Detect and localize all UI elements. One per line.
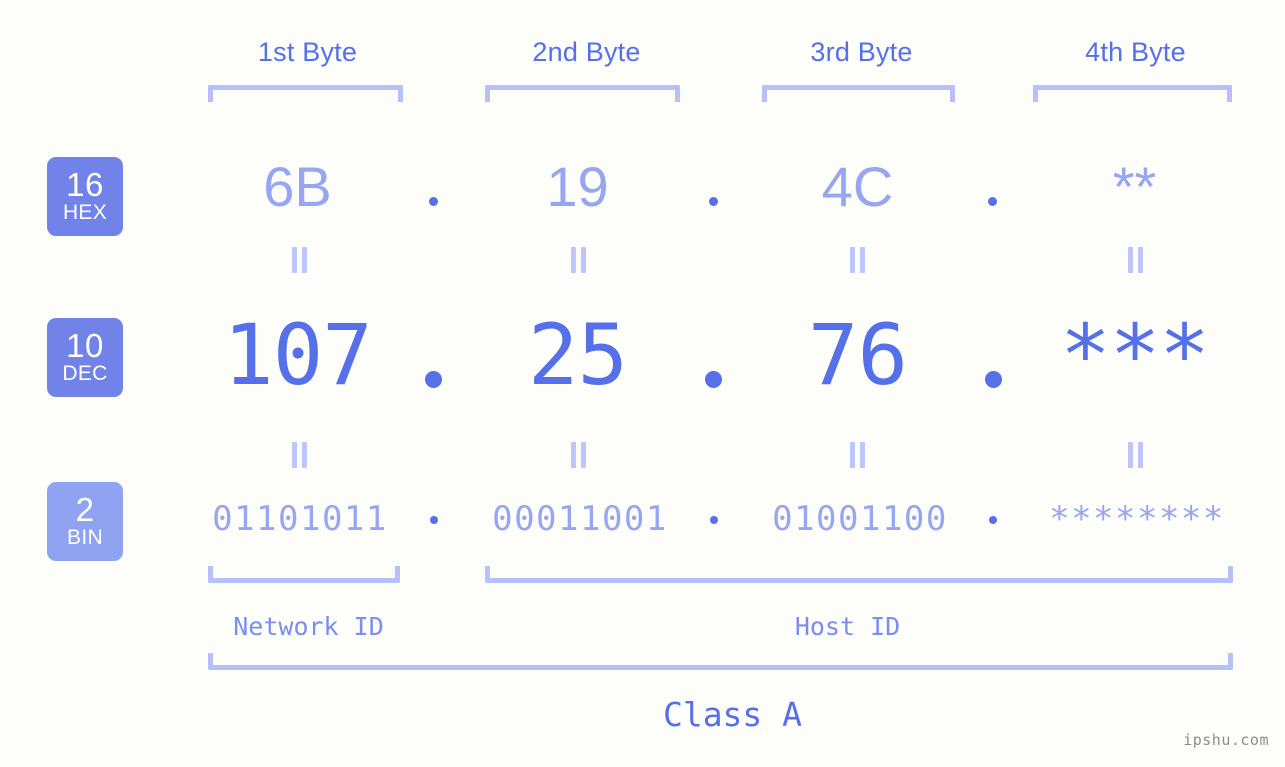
equals-mark-hex-dec-3 (850, 247, 866, 273)
byte-bracket-4 (1033, 85, 1232, 102)
byte-header-1: 1st Byte (257, 37, 358, 67)
bin-separator-1 (430, 516, 438, 524)
hex-separator-1 (429, 197, 438, 206)
network-id-label: Network ID (233, 612, 384, 641)
class-label: Class A (662, 695, 803, 734)
dec-separator-3 (985, 371, 1002, 388)
network-id-bracket (208, 566, 400, 583)
dec-separator-2 (705, 371, 722, 388)
byte-bracket-2 (485, 85, 680, 102)
hex-byte-1: 6B (263, 155, 332, 218)
equals-mark-hex-dec-4 (1128, 247, 1144, 273)
bin-byte-3: 01001100 (772, 499, 948, 539)
equals-mark-dec-bin-1 (292, 442, 308, 468)
base-badge-bin-label: BIN (67, 526, 103, 549)
base-badge-hex: 16 HEX (47, 157, 123, 236)
hex-separator-3 (988, 197, 997, 206)
byte-bracket-3 (762, 85, 955, 102)
base-badge-bin-number: 2 (75, 491, 95, 528)
equals-mark-dec-bin-4 (1128, 442, 1144, 468)
hex-separator-2 (709, 197, 718, 206)
site-watermark: ipshu.com (1183, 731, 1269, 749)
base-badge-dec: 10 DEC (47, 318, 123, 397)
hex-byte-2: 19 (546, 155, 609, 218)
dec-byte-2: 25 (527, 306, 628, 404)
bin-byte-4: ******** (1049, 499, 1225, 539)
base-badge-hex-number: 16 (66, 166, 104, 203)
hex-byte-3: 4C (821, 155, 894, 218)
dec-byte-4: *** (1060, 306, 1210, 404)
bin-separator-2 (710, 516, 718, 524)
equals-mark-dec-bin-3 (850, 442, 866, 468)
bin-byte-1: 01101011 (212, 499, 388, 539)
base-badge-dec-number: 10 (66, 327, 104, 364)
dec-byte-3: 76 (807, 306, 908, 404)
bin-separator-3 (989, 516, 997, 524)
bin-byte-2: 00011001 (492, 499, 668, 539)
hex-byte-4: ** (1112, 155, 1157, 218)
ip-address-breakdown-diagram: 1st Byte 2nd Byte 3rd Byte 4th Byte 16 H… (0, 0, 1285, 767)
byte-header-4: 4th Byte (1085, 37, 1186, 67)
base-badge-dec-label: DEC (62, 362, 108, 385)
host-id-bracket (485, 566, 1233, 583)
base-badge-hex-label: HEX (62, 201, 108, 224)
dec-separator-1 (425, 371, 442, 388)
dec-byte-1: 107 (223, 306, 373, 404)
equals-mark-hex-dec-2 (571, 247, 587, 273)
byte-header-2: 2nd Byte (532, 37, 641, 67)
byte-header-3: 3rd Byte (810, 37, 913, 67)
equals-mark-dec-bin-2 (571, 442, 587, 468)
class-bracket (208, 653, 1233, 670)
host-id-label: Host ID (794, 612, 901, 641)
byte-bracket-1 (208, 85, 403, 102)
equals-mark-hex-dec-1 (292, 247, 308, 273)
base-badge-bin: 2 BIN (47, 482, 123, 561)
